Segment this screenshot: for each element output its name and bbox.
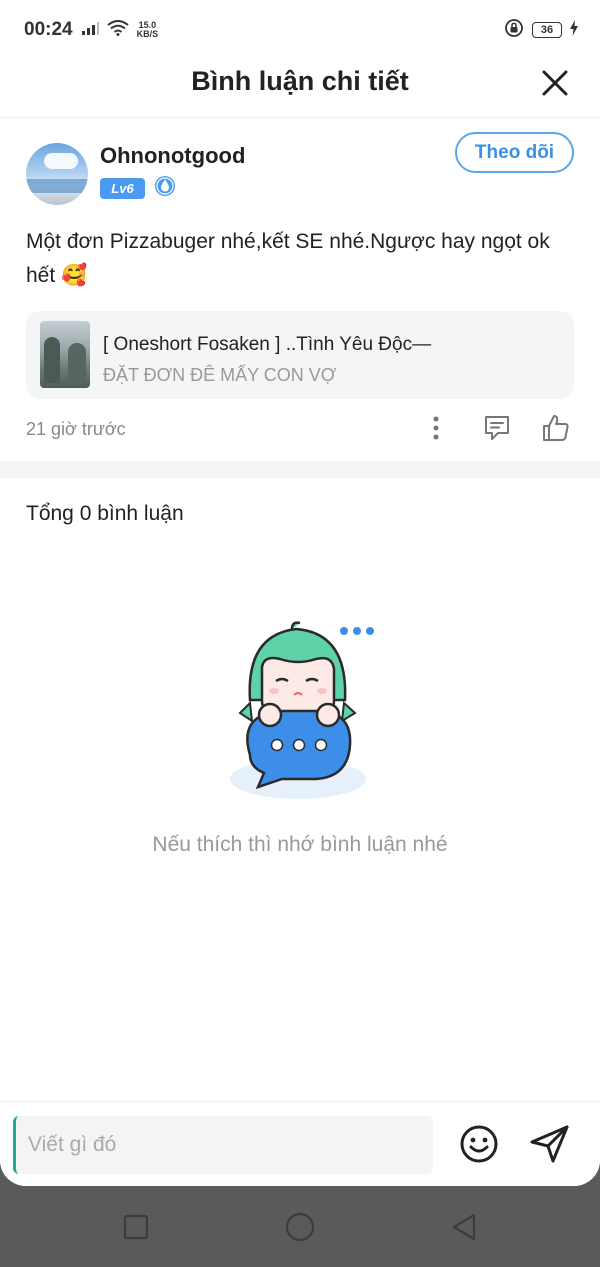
follow-button[interactable]: Theo dõi: [455, 132, 574, 173]
comment-count: Tổng 0 bình luận: [26, 502, 184, 525]
system-navigation-bar: [0, 1186, 600, 1267]
status-bar: 00:24 15.0 KB/S 36: [0, 0, 600, 60]
send-button[interactable]: [529, 1124, 571, 1164]
comment-icon: [485, 416, 509, 440]
avatar[interactable]: [26, 143, 88, 205]
water-drop-badge-icon: [154, 175, 176, 202]
comment-input[interactable]: [13, 1116, 433, 1174]
like-button[interactable]: [540, 412, 572, 444]
post-time: 21 giờ trước: [26, 419, 126, 439]
close-icon: [542, 70, 568, 96]
empty-comments-mascot-illustration: [220, 615, 380, 805]
story-subtitle: ĐẶT ĐƠN ĐÊ MẤY CON VỢ: [103, 365, 337, 385]
post-author: Ohnonotgood Lv6 Theo dõi: [26, 132, 574, 205]
header: Bình luận chi tiết: [0, 58, 600, 118]
story-card[interactable]: [ Oneshort Fosaken ] ..Tình Yêu Độc— ĐẶT…: [26, 311, 574, 399]
more-options-button[interactable]: [420, 412, 452, 444]
emoji-button[interactable]: [459, 1124, 499, 1164]
post-footer: 21 giờ trước: [26, 408, 574, 452]
empty-comments-message: Nếu thích thì nhớ bình luận nhé: [152, 833, 448, 856]
square-icon: [123, 1214, 149, 1240]
more-vertical-icon: [433, 416, 439, 440]
thumbs-up-icon: [543, 415, 569, 441]
circle-icon: [285, 1212, 315, 1242]
close-button[interactable]: [540, 68, 570, 98]
level-badge: Lv6: [100, 178, 145, 199]
status-time: 00:24: [24, 19, 73, 40]
story-title: [ Oneshort Fosaken ] ..Tình Yêu Độc—: [103, 334, 432, 355]
recent-apps-button[interactable]: [121, 1212, 151, 1242]
wifi-icon: [106, 19, 129, 41]
rotation-lock-icon: [504, 18, 524, 43]
page-title: Bình luận chi tiết: [191, 66, 409, 96]
back-triangle-icon: [452, 1213, 476, 1241]
story-cover-image: [40, 321, 90, 388]
reply-button[interactable]: [481, 412, 513, 444]
send-icon: [530, 1125, 569, 1163]
username[interactable]: Ohnonotgood: [100, 143, 245, 169]
smiley-icon: [460, 1125, 498, 1163]
network-speed: 15.0 KB/S: [136, 20, 159, 39]
section-divider: [0, 461, 600, 478]
battery-indicator: 36: [532, 22, 562, 38]
charging-icon: [570, 19, 578, 41]
comment-input-bar: [0, 1101, 600, 1186]
back-button[interactable]: [449, 1212, 479, 1242]
post-text: Một đơn Pizzabuger nhé,kết SE nhé.Ngược …: [26, 230, 550, 287]
signal-icon: [81, 21, 99, 40]
home-button[interactable]: [285, 1212, 315, 1242]
comment-detail-screen: 00:24 15.0 KB/S 36 Bình luận chi tiết Oh…: [0, 0, 600, 1186]
